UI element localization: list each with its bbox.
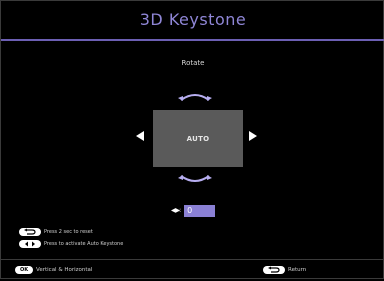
ok-key-icon[interactable]: OK [15, 266, 33, 274]
keystone-value-box[interactable]: 0 [184, 204, 216, 217]
right-arrow-icon[interactable] [249, 131, 257, 141]
hint-reset-text: Press 2 sec to reset [44, 229, 93, 235]
left-right-key-icon [19, 240, 41, 248]
back-key-icon [19, 228, 41, 236]
left-arrow-icon[interactable] [136, 131, 144, 141]
rotate-arc-bottom-icon[interactable] [177, 173, 213, 187]
ok-hint: OK Vertical & Horizontal [15, 266, 92, 274]
keystone-osd: 3D Keystone Rotate AUTO ◀ ▶: 0 Press 2 s… [0, 0, 384, 279]
ok-hint-text: Vertical & Horizontal [36, 267, 93, 273]
value-row: ◀ ▶: 0 [171, 204, 216, 217]
hint-auto: Press to activate Auto Keystone [19, 239, 123, 249]
left-right-adjust-icon: ◀ ▶: [171, 207, 181, 214]
return-text: Return [288, 267, 307, 273]
return-hint: Return [263, 266, 306, 274]
title-bar: 3D Keystone [1, 1, 384, 41]
hint-reset: Press 2 sec to reset [19, 227, 93, 237]
mode-label: Rotate [181, 59, 205, 67]
window-title: 3D Keystone [139, 10, 247, 29]
screen-auto-label: AUTO [186, 134, 210, 143]
rotate-arc-top-icon[interactable] [177, 89, 213, 103]
return-key-icon[interactable] [263, 266, 285, 274]
bottom-bar: OK Vertical & Horizontal Return [1, 259, 384, 281]
keystone-screen-preview: AUTO [153, 110, 243, 167]
hint-auto-text: Press to activate Auto Keystone [44, 241, 124, 247]
